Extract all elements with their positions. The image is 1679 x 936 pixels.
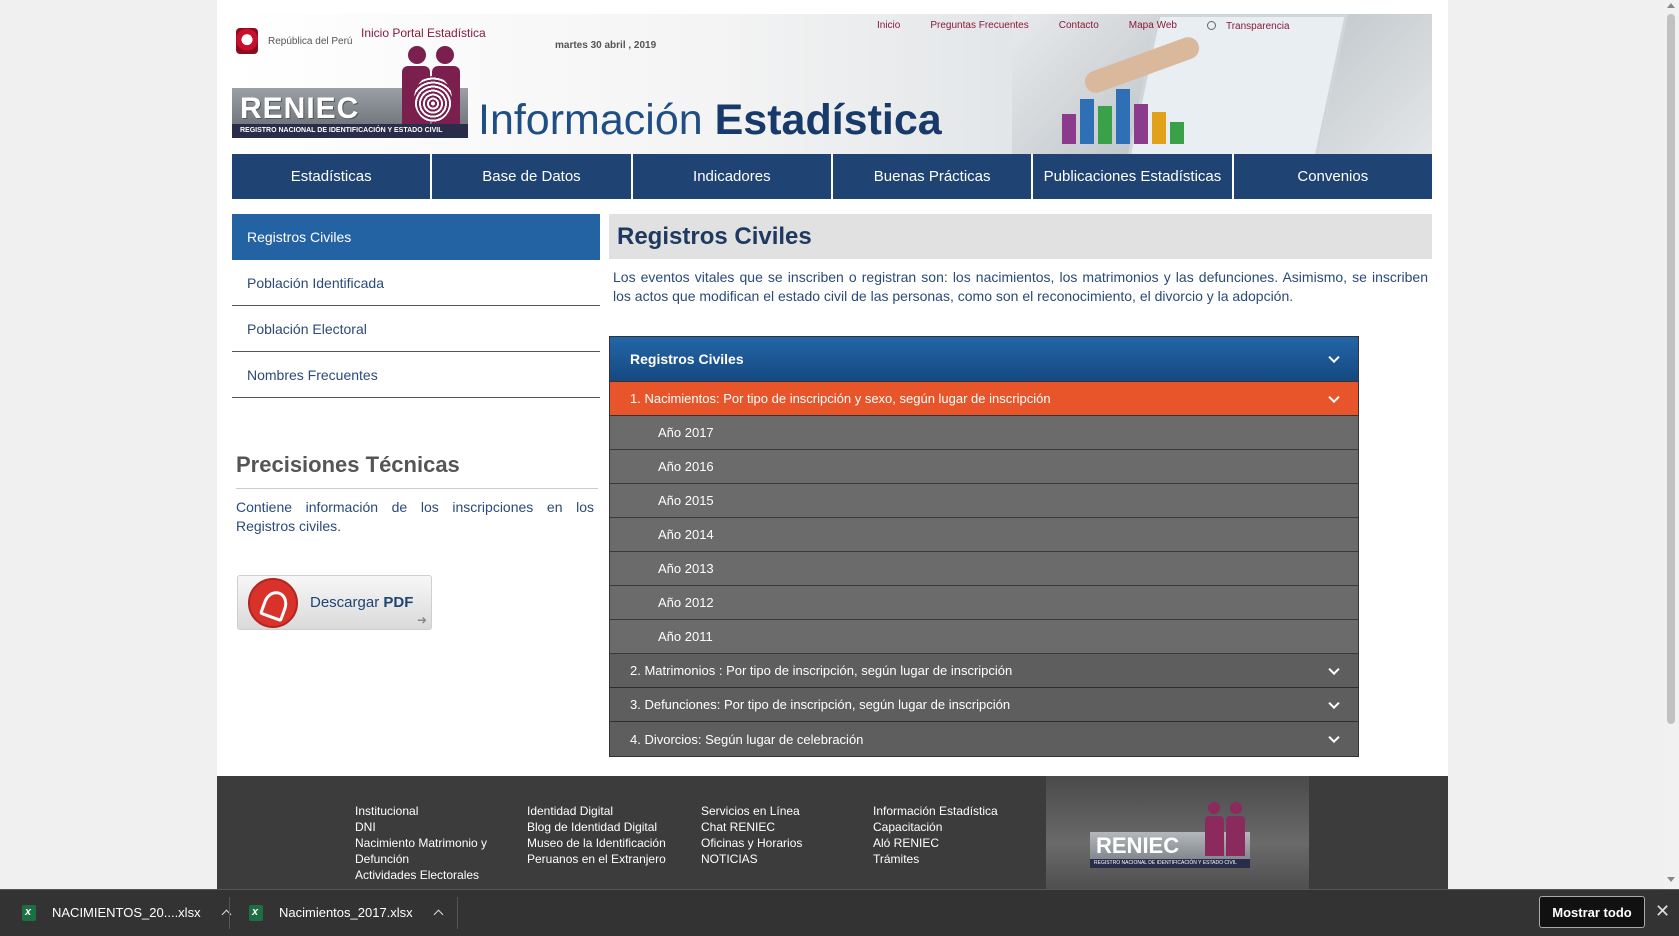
- top-links: Inicio Preguntas Frecuentes Contacto Map…: [877, 20, 1290, 32]
- site-title: Información Estadística: [478, 96, 942, 144]
- main-nav: Estadísticas Base de Datos Indicadores B…: [232, 154, 1432, 199]
- footer-link[interactable]: Actividades Electorales: [355, 867, 487, 883]
- footer-link[interactable]: Identidad Digital: [527, 803, 666, 819]
- accordion-section-divorcios[interactable]: 4. Divorcios: Según lugar de celebración: [610, 722, 1358, 756]
- page-description: Los eventos vitales que se inscriben o r…: [613, 269, 1428, 304]
- top-link-faq[interactable]: Preguntas Frecuentes: [930, 20, 1028, 32]
- chevron-down-icon: [1328, 351, 1340, 364]
- chevron-up-icon[interactable]: [433, 909, 444, 920]
- footer-column-3: Servicios en Línea Chat RENIEC Oficinas …: [701, 803, 802, 867]
- accordion-section-matrimonios[interactable]: 2. Matrimonios : Por tipo de inscripción…: [610, 654, 1358, 688]
- logo-subtitle: REGISTRO NACIONAL DE IDENTIFICACIÓN Y ES…: [232, 124, 468, 138]
- logo-word: RENIEC: [240, 92, 360, 125]
- pdf-icon: [248, 577, 298, 628]
- footer-link[interactable]: DNI: [355, 819, 487, 835]
- vertical-scrollbar[interactable]: [1663, 0, 1679, 889]
- year-link-2015[interactable]: Año 2015: [610, 484, 1358, 518]
- pdf-button-label: Descargar PDF: [310, 594, 414, 611]
- close-icon[interactable]: ✕: [1655, 902, 1670, 920]
- nav-indicadores[interactable]: Indicadores: [632, 154, 831, 199]
- footer-link[interactable]: Peruanos en el Extranjero: [527, 851, 666, 867]
- current-date: martes 30 abril , 2019: [555, 40, 657, 51]
- header-photo: [1012, 14, 1432, 154]
- footer-link[interactable]: NOTICIAS: [701, 851, 802, 867]
- footer-link[interactable]: Nacimiento Matrimonio y: [355, 835, 487, 851]
- fingerprint-people-icon: [400, 46, 466, 124]
- year-link-2017[interactable]: Año 2017: [610, 416, 1358, 450]
- footer-link[interactable]: Museo de la Identificación: [527, 835, 666, 851]
- year-link-2016[interactable]: Año 2016: [610, 450, 1358, 484]
- footer-column-1: Institucional DNI Nacimiento Matrimonio …: [355, 803, 487, 883]
- scroll-down-icon[interactable]: [1667, 877, 1675, 882]
- excel-file-icon: [249, 904, 263, 921]
- nav-publicaciones[interactable]: Publicaciones Estadísticas: [1033, 154, 1232, 199]
- footer-link[interactable]: Capacitación: [873, 819, 998, 835]
- search-icon[interactable]: [1206, 21, 1216, 30]
- year-link-2014[interactable]: Año 2014: [610, 518, 1358, 552]
- page-title: Registros Civiles: [617, 223, 812, 250]
- footer-logo-subtitle: REGISTRO NACIONAL DE IDENTIFICACIÓN Y ES…: [1090, 859, 1250, 868]
- chevron-down-icon: [1328, 391, 1340, 403]
- year-link-2012[interactable]: Año 2012: [610, 586, 1358, 620]
- footer-link[interactable]: Aló RENIEC: [873, 835, 998, 851]
- precisiones-title: Precisiones Técnicas: [236, 452, 460, 477]
- reniec-logo[interactable]: RENIEC REGISTRO NACIONAL DE IDENTIFICACI…: [232, 46, 468, 138]
- fingerprint-people-icon: [1204, 802, 1248, 856]
- footer-link[interactable]: Blog de Identidad Digital: [527, 819, 666, 835]
- accordion-section-defunciones[interactable]: 3. Defunciones: Por tipo de inscripción,…: [610, 688, 1358, 722]
- chevron-down-icon: [1328, 697, 1340, 709]
- footer-link[interactable]: Oficinas y Horarios: [701, 835, 802, 851]
- top-link-contacto[interactable]: Contacto: [1059, 20, 1099, 32]
- divider: [236, 488, 598, 489]
- footer-link[interactable]: Trámites: [873, 851, 998, 867]
- footer-logo: RENIEC REGISTRO NACIONAL DE IDENTIFICACI…: [1046, 776, 1309, 889]
- footer-link[interactable]: Servicios en Línea: [701, 803, 802, 819]
- portal-home-link[interactable]: Inicio Portal Estadística: [361, 26, 486, 40]
- page-background: [0, 0, 217, 776]
- sidebar-item-poblacion-electoral[interactable]: Población Electoral: [232, 306, 600, 352]
- divider: [457, 897, 458, 929]
- sidebar-item-poblacion-identificada[interactable]: Población Identificada: [232, 260, 600, 306]
- chevron-down-icon: [1328, 731, 1340, 744]
- sidebar-item-nombres-frecuentes[interactable]: Nombres Frecuentes: [232, 352, 600, 398]
- arrow-right-icon: ➜: [416, 613, 427, 627]
- accordion-section-nacimientos[interactable]: 1. Nacimientos: Por tipo de inscripción …: [610, 382, 1358, 416]
- footer-column-2: Identidad Digital Blog de Identidad Digi…: [527, 803, 666, 867]
- footer-column-4: Información Estadística Capacitación Aló…: [873, 803, 998, 867]
- accordion-header[interactable]: Registros Civiles: [610, 337, 1358, 382]
- scroll-up-icon[interactable]: [1667, 3, 1675, 8]
- top-link-inicio[interactable]: Inicio: [877, 20, 900, 32]
- download-item-1[interactable]: NACIMIENTOS_20....xlsx: [22, 889, 232, 936]
- footer-logo-word: RENIEC: [1096, 833, 1180, 858]
- nav-base-de-datos[interactable]: Base de Datos: [432, 154, 631, 199]
- accordion: Registros Civiles 1. Nacimientos: Por ti…: [609, 336, 1359, 757]
- footer-link[interactable]: Chat RENIEC: [701, 819, 802, 835]
- top-link-mapa-web[interactable]: Mapa Web: [1129, 20, 1177, 32]
- footer-link[interactable]: Información Estadística: [873, 803, 998, 819]
- scroll-thumb[interactable]: [1667, 14, 1675, 724]
- year-link-2013[interactable]: Año 2013: [610, 552, 1358, 586]
- excel-file-icon: [22, 904, 36, 921]
- top-link-transparencia[interactable]: Transparencia: [1206, 20, 1290, 32]
- footer-link[interactable]: Defunción: [355, 851, 487, 867]
- download-pdf-button[interactable]: Descargar PDF ➜: [237, 575, 432, 630]
- precisiones-text: Contiene información de los inscripcione…: [236, 499, 594, 534]
- footer-link[interactable]: Institucional: [355, 803, 487, 819]
- sidebar: Registros Civiles Población Identificada…: [232, 214, 600, 398]
- download-item-2[interactable]: Nacimientos_2017.xlsx: [249, 889, 444, 936]
- nav-convenios[interactable]: Convenios: [1233, 154, 1432, 199]
- year-link-2011[interactable]: Año 2011: [610, 620, 1358, 654]
- show-all-button[interactable]: Mostrar todo: [1539, 896, 1645, 928]
- divider: [229, 897, 230, 929]
- nav-buenas-practicas[interactable]: Buenas Prácticas: [832, 154, 1032, 199]
- chevron-down-icon: [1328, 663, 1340, 675]
- nav-estadisticas[interactable]: Estadísticas: [232, 154, 431, 199]
- sidebar-item-registros-civiles[interactable]: Registros Civiles: [232, 214, 600, 260]
